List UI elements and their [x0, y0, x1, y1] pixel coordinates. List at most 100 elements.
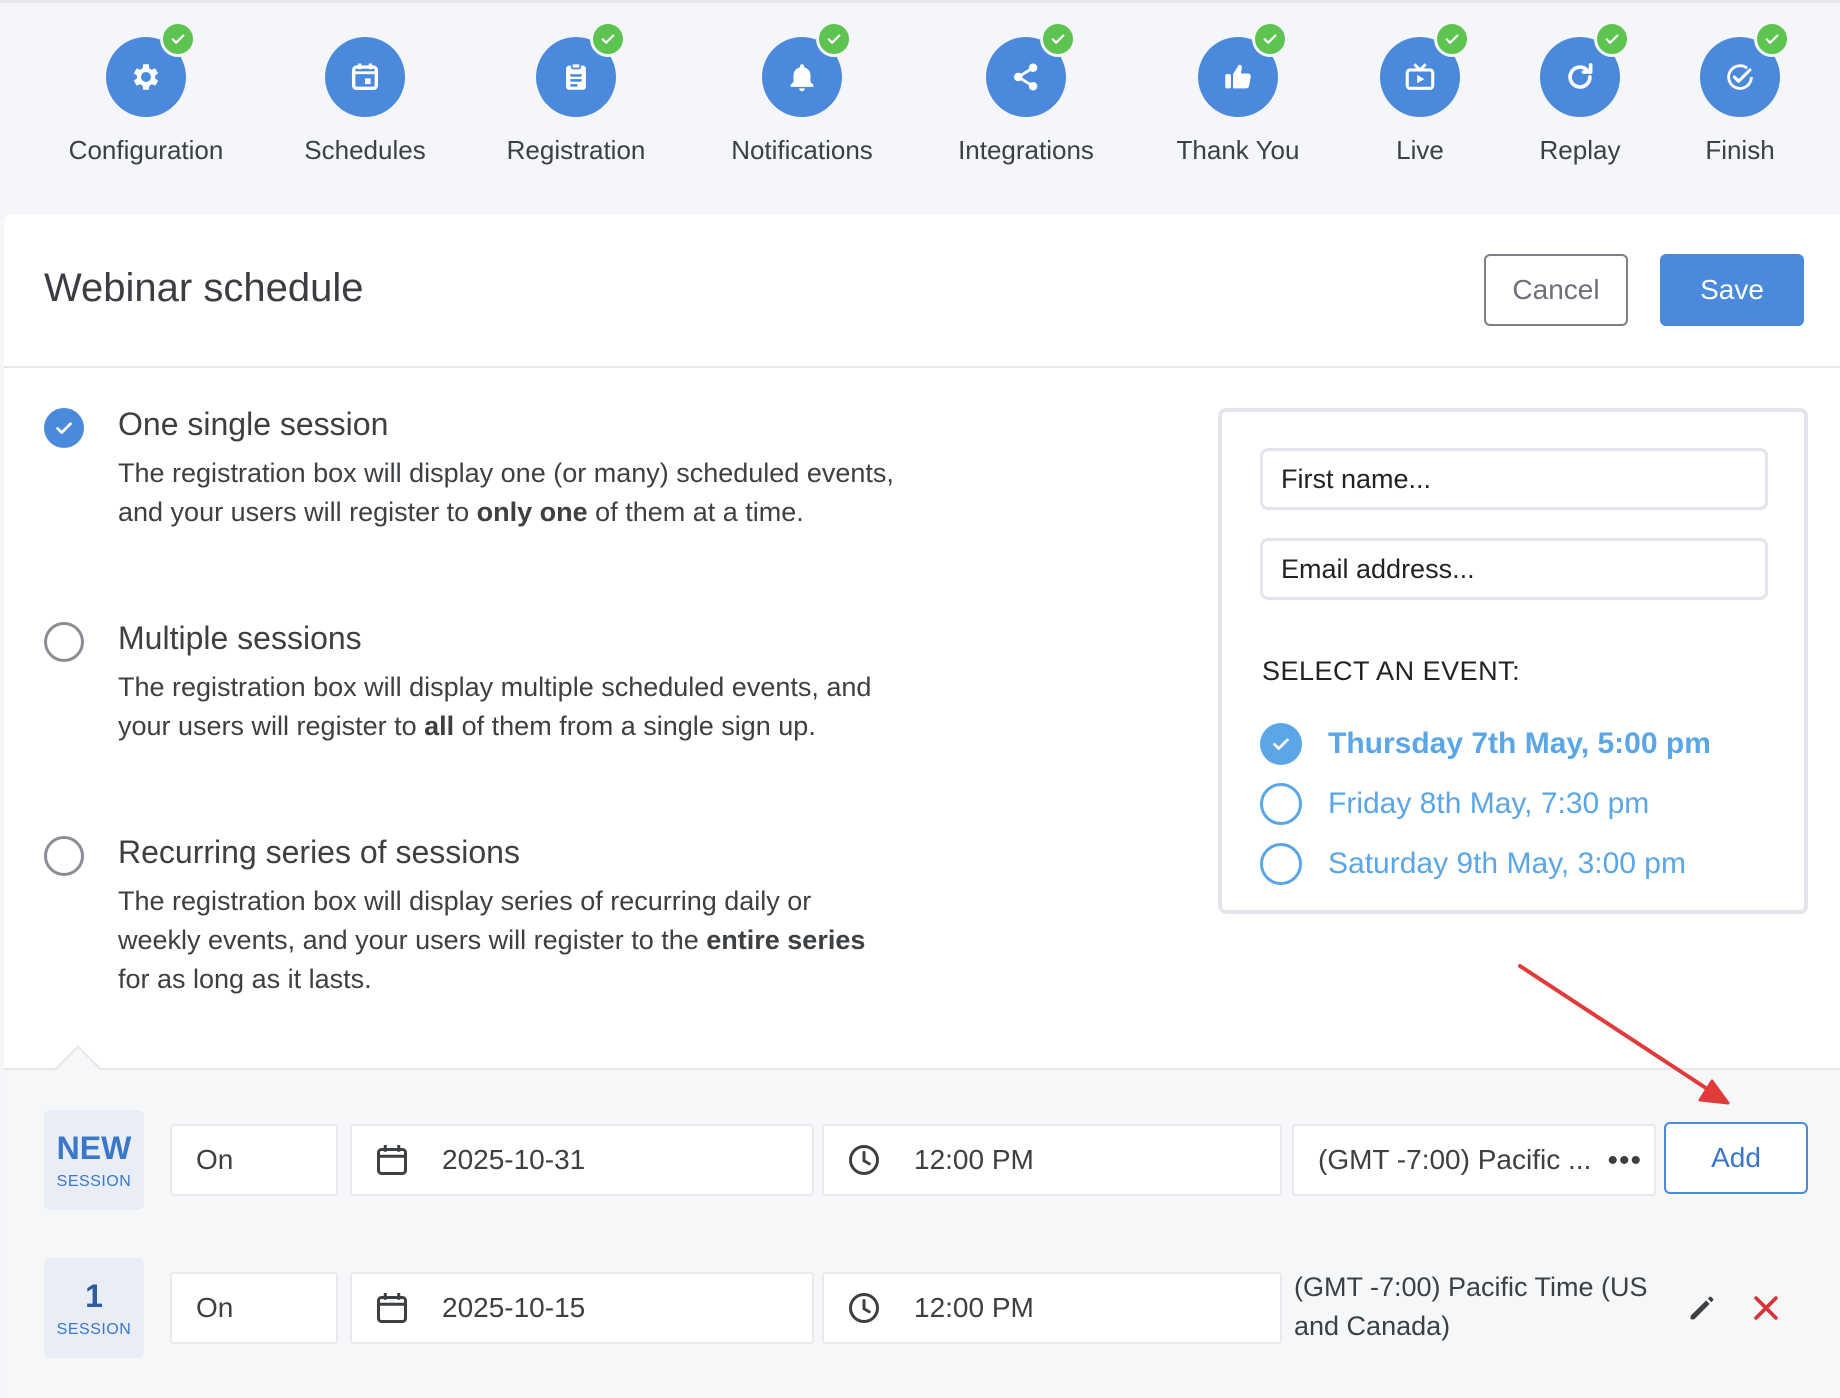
save-button[interactable]: Save	[1660, 254, 1804, 326]
date-value: 2025-10-31	[442, 1144, 586, 1175]
step-label: Notifications	[731, 135, 873, 165]
email-field: Email address...	[1260, 538, 1768, 600]
close-icon	[1754, 1296, 1778, 1320]
date-input[interactable]: 2025-10-15	[350, 1272, 814, 1344]
completed-check-icon	[1434, 21, 1470, 57]
step-label: Schedules	[304, 135, 426, 165]
thumbs-up-icon	[1225, 64, 1251, 89]
new-session-row: NEW SESSION On 2025-10-31 12:00 PM (GMT …	[4, 1110, 1840, 1210]
step-label: Thank You	[1176, 135, 1300, 165]
time-value: 12:00 PM	[914, 1292, 1034, 1323]
clipboard-icon	[566, 62, 586, 90]
event-label: Thursday 7th May, 5:00 pm	[1328, 727, 1711, 760]
option-single-session[interactable]: One single session The registration box …	[44, 406, 904, 556]
calendar-icon	[351, 63, 379, 91]
option-recurring-series[interactable]: Recurring series of sessions The registr…	[44, 834, 904, 994]
option-title: One single session	[118, 406, 389, 442]
pencil-icon	[1690, 1296, 1714, 1320]
share-icon	[1013, 63, 1038, 91]
completed-check-icon	[590, 21, 626, 57]
step-notifications[interactable]: Notifications	[702, 21, 902, 166]
step-label: Configuration	[68, 135, 224, 165]
step-label: Registration	[506, 135, 646, 165]
clock-icon	[849, 1293, 879, 1323]
option-title: Recurring series of sessions	[118, 834, 520, 870]
edit-session-button[interactable]	[1680, 1286, 1724, 1330]
integrations-step-circle	[986, 21, 1076, 117]
panel-pointer	[55, 1045, 101, 1091]
recurring-series-radio[interactable]	[44, 836, 84, 876]
option-description: The registration box will display multip…	[118, 672, 872, 741]
replay-icon	[1568, 63, 1593, 89]
event-radio	[1260, 843, 1302, 885]
more-icon[interactable]: •••	[1607, 1144, 1642, 1178]
gear-icon	[133, 64, 159, 90]
completed-check-icon	[1040, 21, 1076, 57]
event-label: Friday 8th May, 7:30 pm	[1328, 787, 1650, 820]
check-badge-icon	[1727, 64, 1753, 90]
option-multiple-sessions[interactable]: Multiple sessions The registration box w…	[44, 620, 904, 770]
notifications-step-circle	[762, 21, 852, 117]
calendar-icon	[377, 1293, 407, 1323]
step-integrations[interactable]: Integrations	[926, 21, 1126, 166]
single-session-radio[interactable]	[44, 408, 84, 448]
thank-you-step-circle	[1198, 21, 1288, 117]
registration-preview: First name... Email address... SELECT AN…	[1218, 408, 1808, 914]
session-badge: 1 SESSION	[44, 1258, 144, 1358]
completed-check-icon	[1754, 21, 1790, 57]
check-icon	[1273, 738, 1289, 750]
new-session-badge: NEW SESSION	[44, 1110, 144, 1210]
option-title: Multiple sessions	[118, 620, 362, 656]
event-option: Saturday 9th May, 3:00 pm	[1260, 842, 1686, 886]
badge-caption: SESSION	[56, 1321, 132, 1338]
option-description: The registration box will display series…	[118, 886, 866, 994]
on-label: On	[196, 1292, 234, 1323]
on-label: On	[196, 1144, 234, 1175]
bell-icon	[790, 64, 814, 92]
sessions-panel: NEW SESSION On 2025-10-31 12:00 PM (GMT …	[4, 1045, 1840, 1398]
step-label: Integrations	[958, 135, 1094, 165]
clock-icon	[849, 1145, 879, 1175]
configuration-step-circle	[106, 21, 196, 117]
event-option: Thursday 7th May, 5:00 pm	[1260, 722, 1711, 766]
schedule-card: Webinar schedule Cancel Save One single …	[4, 214, 1840, 1398]
on-select[interactable]: On	[170, 1272, 338, 1344]
time-input[interactable]: 12:00 PM	[822, 1272, 1282, 1344]
completed-check-icon	[1594, 21, 1630, 57]
step-label: Finish	[1705, 135, 1775, 165]
session-row: 1 SESSION On 2025-10-15 12:00 PM (GMT -7…	[4, 1258, 1840, 1358]
wizard-stepper: Configuration Schedules Registration Not…	[0, 0, 1840, 212]
completed-check-icon	[160, 21, 196, 57]
step-finish[interactable]: Finish	[1640, 21, 1840, 166]
page-title: Webinar schedule	[44, 266, 364, 310]
calendar-icon	[377, 1145, 407, 1175]
add-session-button[interactable]: Add	[1664, 1122, 1808, 1194]
badge-main: NEW	[56, 1130, 132, 1166]
select-event-heading: SELECT AN EVENT:	[1262, 656, 1521, 686]
cancel-button[interactable]: Cancel	[1484, 254, 1628, 326]
card-header: Webinar schedule Cancel Save	[4, 214, 1840, 368]
step-configuration[interactable]: Configuration	[46, 21, 246, 166]
badge-main: 1	[85, 1278, 103, 1314]
event-radio	[1260, 723, 1302, 765]
date-input[interactable]: 2025-10-31	[350, 1124, 814, 1196]
step-registration[interactable]: Registration	[476, 21, 676, 166]
delete-session-button[interactable]	[1744, 1286, 1788, 1330]
timezone-value: (GMT -7:00) Pacific ...	[1318, 1144, 1592, 1175]
time-input[interactable]: 12:00 PM	[822, 1124, 1282, 1196]
step-schedules[interactable]: Schedules	[265, 37, 465, 166]
time-value: 12:00 PM	[914, 1144, 1034, 1175]
first-name-field: First name...	[1260, 448, 1768, 510]
registration-step-circle	[536, 21, 626, 117]
event-radio	[1260, 783, 1302, 825]
step-thank-you[interactable]: Thank You	[1138, 21, 1338, 166]
finish-step-circle	[1700, 21, 1790, 117]
date-value: 2025-10-15	[442, 1292, 586, 1323]
completed-check-icon	[1252, 21, 1288, 57]
multiple-sessions-radio[interactable]	[44, 622, 84, 662]
event-label: Saturday 9th May, 3:00 pm	[1328, 847, 1686, 880]
check-icon	[56, 422, 72, 434]
replay-step-circle	[1540, 21, 1630, 117]
on-select[interactable]: On	[170, 1124, 338, 1196]
timezone-select[interactable]: (GMT -7:00) Pacific ... •••	[1292, 1124, 1656, 1196]
